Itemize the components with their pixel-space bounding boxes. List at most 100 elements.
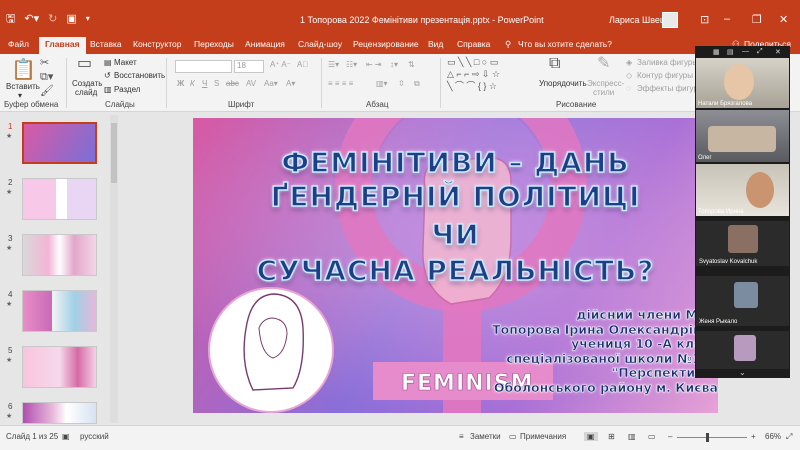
shape-fill-button[interactable]: Заливка фигуры <box>637 58 698 67</box>
arrange-icon[interactable]: ⧉ <box>549 56 560 72</box>
minimize-icon[interactable]: – <box>724 13 730 25</box>
redo-icon[interactable]: ↻ <box>48 13 57 25</box>
slide-title-line-4[interactable]: СУЧАСНА РЕАЛЬНІСТЬ? <box>193 253 718 288</box>
expand-icon[interactable]: ⤢ <box>757 48 763 56</box>
tell-me-search[interactable]: Что вы хотите сделать? <box>518 39 612 49</box>
notes-button[interactable]: Заметки <box>470 432 501 441</box>
participant-video[interactable]: Топорова Ирина <box>696 164 789 216</box>
scrollbar-thumb[interactable] <box>111 123 117 183</box>
columns-icon[interactable]: ▥▾ <box>376 79 388 88</box>
paste-button[interactable]: Вставить <box>6 82 40 91</box>
start-slideshow-icon[interactable]: ▣ <box>66 13 76 25</box>
user-name[interactable]: Лариса Швец <box>609 15 665 25</box>
numbering-icon[interactable]: ☷▾ <box>346 60 357 69</box>
close-panel-icon[interactable]: ✕ <box>775 48 781 56</box>
close-icon[interactable]: ✕ <box>779 13 788 26</box>
quick-styles-button[interactable]: Экспресс- <box>587 79 624 88</box>
case-icon[interactable]: Aa▾ <box>264 79 278 88</box>
slide-title-line-1[interactable]: ФЕМІНІТИВИ – ДАНЬ <box>193 145 718 180</box>
participant-video[interactable]: Женя Рыкало <box>696 276 789 326</box>
reset-icon[interactable]: ↺ <box>104 71 111 80</box>
language[interactable]: русский <box>80 432 109 441</box>
quick-styles-icon[interactable]: ✎ <box>597 56 610 72</box>
bullets-icon[interactable]: ☰▾ <box>328 60 339 69</box>
new-slide-button[interactable]: Создать <box>72 79 102 88</box>
slide-canvas[interactable]: FEMINISM ФЕМІНІТИВИ – ДАНЬ ҐЕНДЕРНІЙ ПОЛ… <box>193 118 718 413</box>
slide-thumbnail-3[interactable] <box>22 234 97 276</box>
tab-review[interactable]: Рецензирование <box>353 39 419 49</box>
zoom-out-icon[interactable]: – <box>668 432 672 441</box>
slide-thumbnail-6[interactable] <box>22 402 97 424</box>
comments-icon[interactable]: ▭ <box>509 432 517 441</box>
clear-format-icon[interactable]: A⃠ <box>297 60 308 69</box>
shadow-icon[interactable]: S <box>214 79 219 88</box>
layout-icon[interactable]: ▤ <box>727 48 734 56</box>
participant-video[interactable] <box>696 331 789 369</box>
font-name-box[interactable] <box>175 60 232 73</box>
arrange-button[interactable]: Упорядочить <box>539 79 587 88</box>
zoom-slider-thumb[interactable] <box>706 433 709 442</box>
slide-thumbnail-4[interactable] <box>22 290 97 332</box>
shape-effects-button[interactable]: Эффекты фигуры <box>637 84 704 93</box>
undo-icon[interactable]: ↶▾ <box>24 13 39 25</box>
tab-file[interactable]: Файл <box>8 39 29 49</box>
section-button[interactable]: Раздел <box>114 85 140 94</box>
paste-dropdown-icon[interactable]: ▾ <box>18 91 22 100</box>
shapes-gallery[interactable]: ▭ ╲ ╲ □ ○ ▭ △ ⌐ ⌐ ⇨ ⇩ ☆ ╲ ⌒ ⌒ { } ☆ <box>447 56 500 92</box>
reading-view-icon[interactable]: ▥ <box>628 432 636 441</box>
font-size-box[interactable]: 18 <box>234 60 264 73</box>
cut-icon[interactable]: ✂ <box>40 57 49 69</box>
align-text-icon[interactable]: ⇳ <box>398 79 405 88</box>
normal-view-icon[interactable]: ▣ <box>584 432 598 441</box>
customize-qat-icon[interactable]: ▾ <box>86 13 90 25</box>
slide-sorter-icon[interactable]: ⊞ <box>608 432 615 441</box>
underline-icon[interactable]: Ч <box>202 79 207 88</box>
thumbnails-scrollbar[interactable] <box>110 115 118 423</box>
layout-button[interactable]: Макет <box>114 58 137 67</box>
spellcheck-icon[interactable]: ▣ <box>62 432 70 441</box>
slide-thumbnail-5[interactable] <box>22 346 97 388</box>
shape-fill-icon[interactable]: ◈ <box>626 58 632 67</box>
tab-view[interactable]: Вид <box>428 39 443 49</box>
increase-font-icon[interactable]: A⁺ A⁻ <box>270 60 291 69</box>
shape-effects-icon[interactable]: ◌ <box>626 84 631 93</box>
paste-icon[interactable]: 📋 <box>11 60 36 80</box>
slide-title-line-3[interactable]: ЧИ <box>193 217 718 252</box>
indent-icon[interactable]: ⇤ ⇥ <box>366 60 382 69</box>
zoom-slider[interactable] <box>677 437 747 438</box>
tab-animations[interactable]: Анимация <box>245 39 285 49</box>
tab-transitions[interactable]: Переходы <box>194 39 234 49</box>
bold-icon[interactable]: Ж <box>177 79 184 88</box>
shape-outline-icon[interactable]: ◇ <box>626 71 632 80</box>
strike-icon[interactable]: abc <box>226 79 239 88</box>
grid-view-icon[interactable]: ▦ <box>713 48 720 56</box>
spacing-icon[interactable]: AV <box>246 79 256 88</box>
minimize-panel-icon[interactable]: — <box>742 48 749 55</box>
slide-subtitle[interactable]: дійсний члени МАН Топорова Ірина Олексан… <box>458 307 718 395</box>
align-icons[interactable]: ≡ ≡ ≡ ≡ <box>328 79 353 88</box>
participant-video[interactable]: Svyatoslav Kovalchuk <box>696 221 789 266</box>
participant-video[interactable]: Олег <box>696 110 789 162</box>
notes-icon[interactable]: ≡ <box>459 432 464 441</box>
shape-outline-button[interactable]: Контур фигуры <box>637 71 693 80</box>
italic-icon[interactable]: К <box>190 79 195 88</box>
slide-title-line-2[interactable]: ҐЕНДЕРНІЙ ПОЛІТИЦІ <box>193 179 718 214</box>
reset-button[interactable]: Восстановить <box>114 71 165 80</box>
section-icon[interactable]: ▥ <box>104 85 112 94</box>
copy-icon[interactable]: ⧉▾ <box>40 71 53 83</box>
scroll-down-icon[interactable]: ⌄ <box>739 368 746 377</box>
tab-help[interactable]: Справка <box>457 39 490 49</box>
format-painter-icon[interactable]: 🖌 <box>40 85 54 97</box>
text-direction-icon[interactable]: ⇅ <box>408 60 415 69</box>
font-color-icon[interactable]: A▾ <box>286 79 295 88</box>
slide-thumbnail-1[interactable] <box>22 122 97 164</box>
tab-home[interactable]: Главная <box>39 37 86 54</box>
new-slide-icon[interactable]: ▭ <box>77 56 92 72</box>
avatar[interactable] <box>662 12 678 28</box>
fit-slide-icon[interactable]: ⤢ <box>786 432 792 442</box>
tab-slideshow[interactable]: Слайд-шоу <box>298 39 342 49</box>
comments-button[interactable]: Примечания <box>520 432 566 441</box>
slide-thumbnail-2[interactable] <box>22 178 97 220</box>
zoom-level[interactable]: 66% <box>765 432 781 441</box>
new-slide-button-line2[interactable]: слайд <box>75 88 97 97</box>
